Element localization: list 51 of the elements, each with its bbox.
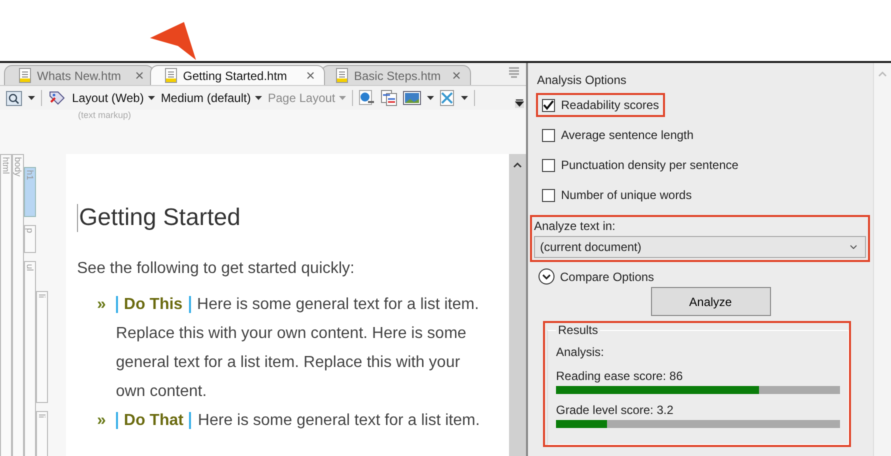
callout-arrow-icon (150, 22, 198, 62)
close-icon[interactable] (136, 72, 143, 79)
preview-icon[interactable] (6, 90, 22, 106)
document-tab[interactable]: Getting Started.htm (150, 65, 325, 85)
score-label: Grade level score: 3.2 (556, 403, 674, 417)
checkbox[interactable] (542, 128, 555, 142)
document-icon (336, 68, 348, 83)
caret-icon (148, 96, 155, 100)
scroll-up-icon[interactable] (513, 162, 522, 168)
document-tab[interactable]: Basic Steps.htm (321, 65, 471, 85)
caret-icon (254, 96, 262, 100)
score-label: Reading ease score: 86 (556, 369, 684, 383)
tag-icon[interactable] (48, 90, 66, 106)
caret-icon (427, 96, 434, 100)
field-label: Analyze text in: (534, 219, 616, 233)
view-dropdown[interactable]: Layout (Web) (72, 91, 155, 105)
markup-hint: (text markup) (0, 110, 526, 124)
expand-icon[interactable] (538, 268, 555, 285)
document-tab[interactable]: Whats New.htm (4, 65, 154, 85)
remove-document-icon[interactable] (440, 90, 456, 106)
checkbox[interactable] (542, 158, 555, 172)
overflow-icon[interactable] (515, 99, 524, 108)
analyze-button[interactable]: Analyze (650, 287, 770, 316)
close-icon[interactable] (453, 72, 460, 79)
checkbox-option[interactable]: Number of unique words (536, 183, 698, 207)
source-dropdown[interactable]: (current document) (534, 236, 866, 258)
view-dropdown[interactable]: Medium (default) (160, 91, 262, 105)
checkbox[interactable] (542, 98, 555, 112)
group-title: Results (557, 323, 600, 337)
document-heading: Getting Started (77, 204, 489, 232)
list-bullet: » (97, 411, 106, 431)
image-icon[interactable] (403, 91, 422, 105)
analysis-label: Analysis: (556, 345, 606, 359)
caret-icon (850, 245, 857, 249)
list-item-text: Do That Here is some general text for a list item. (116, 406, 480, 435)
intro-text: See the following to get started quickly: (77, 260, 356, 278)
list-item-text: Do This Here is some general text for a list item. Replace this with your own content. Here is some general text for a list item. Replace this with your own content. (116, 295, 480, 402)
caret-icon (339, 96, 346, 100)
checkbox-option[interactable]: Readability scores (536, 93, 666, 117)
caret-icon (461, 96, 468, 100)
compare-options-toggle[interactable]: Compare Options (560, 270, 654, 284)
document-icon (165, 68, 177, 83)
caret-icon (28, 96, 35, 100)
checkbox-option[interactable]: Average sentence length (536, 123, 700, 147)
section-title: Analysis Options (537, 73, 628, 87)
checkbox[interactable] (542, 188, 555, 202)
document-icon (19, 68, 31, 83)
compare-documents-icon[interactable] (381, 90, 398, 106)
close-icon[interactable] (307, 72, 314, 79)
list-bullet: » (97, 295, 106, 315)
checkbox-option[interactable]: Punctuation density per sentence (536, 153, 744, 177)
